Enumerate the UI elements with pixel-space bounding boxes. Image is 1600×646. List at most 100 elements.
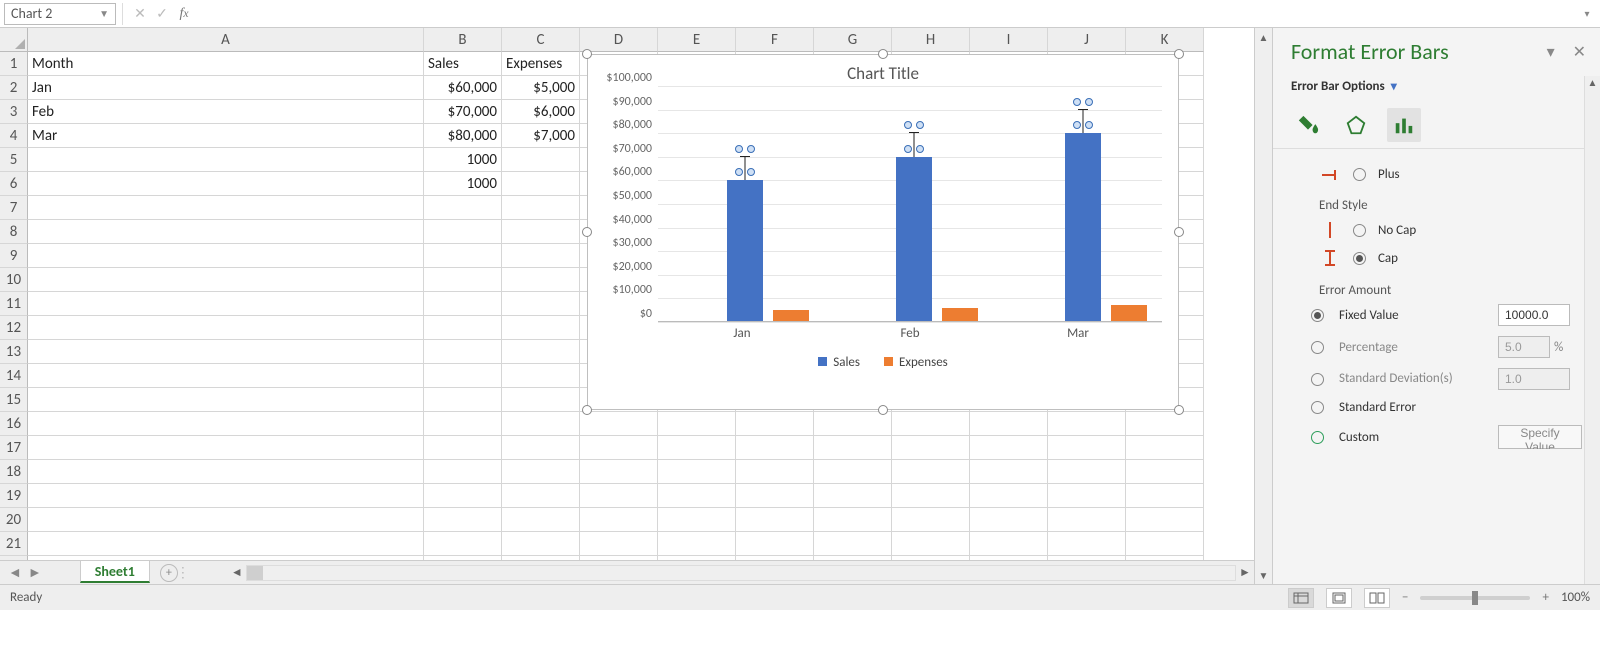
selection-handle[interactable] [1073, 121, 1081, 129]
cell[interactable] [502, 220, 580, 244]
column-header[interactable]: I [970, 28, 1048, 52]
selection-handle[interactable] [916, 121, 924, 129]
cell[interactable] [1048, 412, 1126, 436]
cell[interactable] [424, 268, 502, 292]
sheet-nav[interactable]: ◄ ► [0, 561, 50, 584]
cell[interactable] [502, 532, 580, 556]
cell[interactable] [1048, 436, 1126, 460]
embedded-chart[interactable]: Chart Title $0$10,000$20,000$30,000$40,0… [587, 54, 1179, 410]
column-header[interactable]: H [892, 28, 970, 52]
cell[interactable] [502, 196, 580, 220]
selection-handle[interactable] [1085, 98, 1093, 106]
zoom-out-button[interactable]: − [1402, 590, 1408, 605]
resize-handle[interactable] [582, 405, 592, 415]
cell[interactable] [424, 388, 502, 412]
radio[interactable] [1353, 224, 1366, 237]
cell[interactable] [28, 484, 424, 508]
cell[interactable] [736, 460, 814, 484]
cell[interactable] [1126, 484, 1204, 508]
column-header[interactable]: D [580, 28, 658, 52]
vertical-scrollbar[interactable]: ▲ ▼ [1254, 28, 1272, 584]
confirm-icon[interactable]: ✓ [151, 3, 173, 25]
formula-expand-icon[interactable]: ▾ [1578, 7, 1596, 20]
row-header[interactable]: 8 [0, 220, 28, 244]
selection-handle[interactable] [735, 168, 743, 176]
cell[interactable] [736, 532, 814, 556]
end-style-no-cap[interactable]: No Cap [1319, 219, 1582, 241]
legend-item[interactable]: Sales [818, 355, 860, 370]
cell[interactable] [892, 436, 970, 460]
cell[interactable] [502, 436, 580, 460]
row-header[interactable]: 20 [0, 508, 28, 532]
cell[interactable] [502, 388, 580, 412]
row-header[interactable]: 16 [0, 412, 28, 436]
selection-handle[interactable] [904, 145, 912, 153]
selection-handle[interactable] [747, 145, 755, 153]
resize-handle[interactable] [1174, 227, 1184, 237]
cell[interactable] [502, 292, 580, 316]
row-header[interactable]: 6 [0, 172, 28, 196]
cell[interactable] [424, 436, 502, 460]
chart-plot-area[interactable]: $0$10,000$20,000$30,000$40,000$50,000$60… [658, 86, 1162, 322]
end-style-cap[interactable]: Cap [1319, 247, 1582, 269]
cell[interactable] [892, 460, 970, 484]
cell[interactable] [1048, 484, 1126, 508]
scroll-right-icon[interactable]: ► [1236, 565, 1254, 580]
row-header[interactable]: 9 [0, 244, 28, 268]
cell[interactable] [814, 532, 892, 556]
cell[interactable] [502, 412, 580, 436]
cell[interactable] [424, 244, 502, 268]
radio-custom[interactable] [1311, 431, 1324, 444]
cell[interactable] [28, 316, 424, 340]
column-header[interactable]: F [736, 28, 814, 52]
formula-input[interactable] [195, 3, 1578, 25]
cell[interactable] [28, 292, 424, 316]
selection-handle[interactable] [747, 168, 755, 176]
resize-handle[interactable] [878, 49, 888, 59]
cancel-icon[interactable]: ✕ [129, 3, 151, 25]
pane-options-icon[interactable]: ▾ [1547, 42, 1555, 62]
cell[interactable]: $6,000 [502, 100, 580, 124]
column-header[interactable]: A [28, 28, 424, 52]
cell[interactable] [28, 532, 424, 556]
zoom-in-button[interactable]: + [1542, 590, 1548, 605]
cell[interactable] [580, 460, 658, 484]
specify-value-button[interactable]: Specify Value [1498, 425, 1582, 449]
cell[interactable] [658, 412, 736, 436]
zoom-slider[interactable] [1420, 596, 1530, 600]
cell[interactable] [1126, 412, 1204, 436]
cell[interactable] [658, 508, 736, 532]
cell[interactable] [28, 268, 424, 292]
pane-scrollbar[interactable]: ▲ [1584, 76, 1600, 584]
cell[interactable] [892, 484, 970, 508]
cell[interactable] [424, 340, 502, 364]
cell[interactable]: Month [28, 52, 424, 76]
selection-handle[interactable] [904, 121, 912, 129]
cell[interactable] [424, 412, 502, 436]
sheet-nav-next-icon[interactable]: ► [28, 564, 42, 581]
cell[interactable] [658, 532, 736, 556]
cell[interactable] [28, 244, 424, 268]
cell[interactable] [28, 436, 424, 460]
radio[interactable] [1353, 168, 1366, 181]
selection-handle[interactable] [1073, 98, 1081, 106]
cell[interactable] [502, 484, 580, 508]
cell[interactable]: $7,000 [502, 124, 580, 148]
radio[interactable] [1353, 252, 1366, 265]
cell[interactable] [28, 364, 424, 388]
cell[interactable] [814, 412, 892, 436]
cell[interactable]: 1000 [424, 172, 502, 196]
cell[interactable] [970, 412, 1048, 436]
sheet-tab[interactable]: Sheet1 [80, 560, 150, 583]
cell[interactable] [1048, 460, 1126, 484]
cell[interactable]: $60,000 [424, 76, 502, 100]
cell[interactable] [424, 484, 502, 508]
cell[interactable]: Expenses [502, 52, 580, 76]
cell[interactable] [580, 484, 658, 508]
cell[interactable] [580, 508, 658, 532]
legend-item[interactable]: Expenses [884, 355, 948, 370]
bar-expenses[interactable] [942, 308, 978, 322]
row-header[interactable]: 12 [0, 316, 28, 340]
resize-handle[interactable] [582, 49, 592, 59]
page-layout-view-button[interactable] [1326, 588, 1352, 608]
